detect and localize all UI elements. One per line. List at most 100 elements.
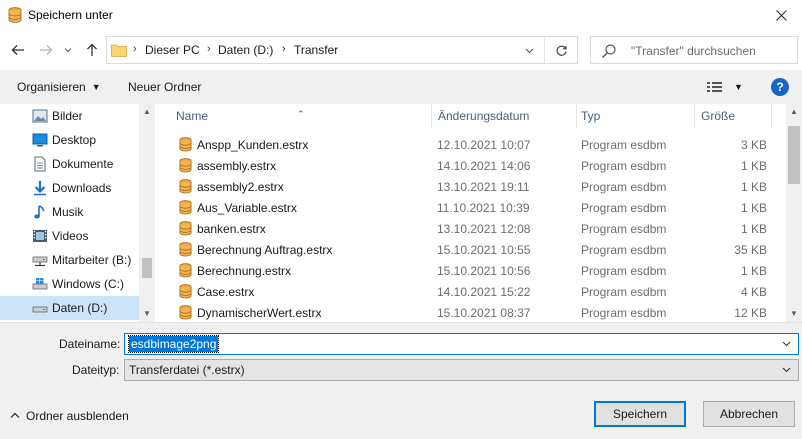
file-date: 12.10.2021 10:07 (437, 138, 531, 152)
close-icon (775, 9, 787, 21)
file-row[interactable]: assembly2.estrx 13.10.2021 19:11 Program e… (155, 176, 787, 197)
column-headers: ⌃ Name Änderungsdatum Typ Größe (155, 104, 786, 128)
filename-input[interactable]: esdbimage2png (124, 333, 799, 355)
file-date: 15.10.2021 10:56 (437, 264, 531, 278)
help-icon[interactable]: ? (771, 78, 789, 96)
app-database-icon (8, 7, 22, 23)
sidebar-item-bilder[interactable]: Bilder (0, 104, 139, 128)
scroll-down-icon[interactable]: ▼ (139, 306, 155, 320)
file-row[interactable]: Case.estrx 14.10.2021 15:22 Program esdbm 4… (155, 281, 787, 302)
cancel-button[interactable]: Abbrechen (703, 401, 795, 427)
file-name: Berechnung Auftrag.estrx (197, 243, 333, 257)
folder-icon (111, 44, 127, 57)
breadcrumb-drive-d[interactable]: Daten (D:) (218, 43, 273, 57)
column-divider[interactable] (694, 104, 695, 128)
file-date: 15.10.2021 08:37 (437, 306, 531, 320)
refresh-icon (555, 45, 567, 56)
file-name: Anspp_Kunden.estrx (197, 138, 309, 152)
column-header-name[interactable]: Name (176, 109, 208, 123)
file-row[interactable]: assembly.estrx 14.10.2021 14:06 Program es… (155, 155, 787, 176)
file-type: Program esdbm (581, 243, 667, 257)
esdbm-file-icon (179, 200, 192, 215)
scroll-up-icon[interactable]: ▲ (786, 104, 802, 118)
forward-button[interactable] (36, 40, 56, 60)
address-bar[interactable]: › Dieser PC › Daten (D:) › Transfer (106, 36, 578, 64)
organize-menu[interactable]: Organisieren ▼ (17, 80, 101, 94)
file-size: 35 KB (734, 243, 767, 257)
sidebar-item-downloads[interactable]: Downloads (0, 176, 139, 200)
scroll-down-icon[interactable]: ▼ (786, 306, 802, 320)
downloads-icon (34, 181, 46, 196)
sidebar-item-windows-c[interactable]: Windows (C:) (0, 272, 139, 296)
column-header-type[interactable]: Typ (581, 109, 600, 123)
file-name: Case.estrx (197, 285, 255, 299)
sidebar-scroll-thumb[interactable] (142, 258, 152, 278)
command-bar: Organisieren ▼ Neuer Ordner ▼ ? (0, 70, 802, 104)
sidebar-item-mitarbeiter[interactable]: Mitarbeiter (B:) (0, 248, 139, 272)
sort-ascending-icon: ⌃ (297, 109, 305, 119)
breadcrumb-transfer[interactable]: Transfer (294, 43, 338, 57)
chevron-down-icon (525, 48, 533, 54)
file-type: Program esdbm (581, 138, 667, 152)
file-date: 11.10.2021 10:39 (437, 201, 530, 215)
scroll-up-icon[interactable]: ▲ (139, 104, 155, 118)
column-header-size[interactable]: Größe (701, 109, 735, 123)
save-button[interactable]: Speichern (594, 401, 686, 427)
sidebar-scrollbar[interactable]: ▲ ▼ (139, 104, 155, 322)
file-list-scrollbar[interactable]: ▲ ▼ (786, 104, 802, 322)
search-box[interactable]: "Transfer" durchsuchen (590, 36, 798, 64)
search-icon (602, 44, 616, 58)
music-icon (34, 205, 45, 219)
details-view-icon (707, 82, 722, 92)
column-divider[interactable] (431, 104, 432, 128)
file-list-scroll-thumb[interactable] (788, 126, 800, 184)
file-row[interactable]: Aus_Variable.estrx 11.10.2021 10:39 Progra… (155, 197, 787, 218)
file-row[interactable]: Berechnung Auftrag.estrx 15.10.2021 10:55… (155, 239, 787, 260)
column-divider[interactable] (576, 104, 577, 128)
file-size: 1 KB (740, 264, 767, 278)
back-button[interactable] (8, 40, 28, 60)
column-divider[interactable] (771, 104, 772, 128)
address-divider (544, 37, 545, 63)
filetype-value: Transferdatei (*.estrx) (129, 363, 245, 377)
filetype-dropdown[interactable] (776, 360, 796, 380)
navigation-bar: › Dieser PC › Daten (D:) › Transfer "Tra… (0, 32, 802, 68)
caret-down-icon: ▼ (91, 82, 101, 92)
sidebar-item-musik[interactable]: Musik (0, 200, 139, 224)
file-name: assembly.estrx (197, 159, 277, 173)
file-name: banken.estrx (197, 222, 266, 236)
pictures-icon (32, 109, 48, 123)
file-row[interactable]: banken.estrx 13.10.2021 12:08 Program esdb… (155, 218, 787, 239)
file-size: 1 KB (740, 180, 767, 194)
recent-locations-button[interactable] (61, 40, 75, 60)
file-row[interactable]: DynamischerWert.estrx 15.10.2021 08:37 Pro… (155, 302, 787, 322)
column-header-date[interactable]: Änderungsdatum (438, 109, 529, 123)
title-bar: Speichern unter (0, 0, 802, 30)
file-row[interactable]: Berechnung.estrx 15.10.2021 10:56 Program … (155, 260, 787, 281)
file-row[interactable]: Anspp_Kunden.estrx 12.10.2021 10:07 Progra… (155, 134, 787, 155)
up-button[interactable] (82, 40, 102, 60)
close-button[interactable] (760, 0, 802, 30)
address-history-dropdown[interactable] (519, 41, 539, 61)
breadcrumb-this-pc[interactable]: Dieser PC (145, 43, 200, 57)
arrow-left-icon (11, 45, 24, 55)
filename-value: esdbimage2png (127, 335, 220, 353)
hide-folders-toggle[interactable]: Ordner ausblenden (10, 409, 129, 423)
file-type: Program esdbm (581, 222, 667, 236)
sidebar-item-videos[interactable]: Videos (0, 224, 139, 248)
change-view-button[interactable]: ▼ (706, 77, 748, 97)
filename-history-dropdown[interactable] (776, 334, 796, 354)
new-folder-button[interactable]: Neuer Ordner (128, 80, 201, 94)
esdbm-file-icon (179, 305, 192, 320)
sidebar-item-dokumente[interactable]: Dokumente (0, 152, 139, 176)
refresh-button[interactable] (549, 40, 573, 60)
window-title: Speichern unter (28, 8, 113, 22)
esdbm-file-icon (179, 158, 192, 173)
filetype-select[interactable]: Transferdatei (*.estrx) (124, 359, 799, 381)
sidebar-item-label: Mitarbeiter (B:) (52, 253, 132, 267)
chevron-up-icon (10, 412, 20, 418)
sidebar-item-daten-d[interactable]: Daten (D:) (0, 296, 139, 320)
sidebar-item-desktop[interactable]: Desktop (0, 128, 139, 152)
hide-folders-label: Ordner ausblenden (26, 409, 129, 423)
esdbm-file-icon (179, 179, 192, 194)
